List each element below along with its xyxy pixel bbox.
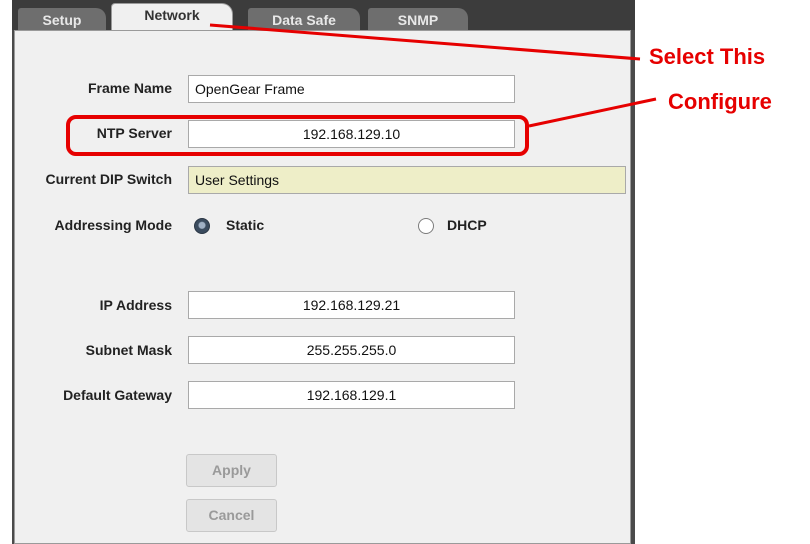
- configure-callout: Configure: [668, 89, 772, 114]
- tab-setup[interactable]: Setup: [18, 8, 106, 30]
- ntp-highlight-box: [66, 115, 529, 156]
- apply-button[interactable]: Apply: [186, 454, 277, 487]
- dip-switch-label: Current DIP Switch: [45, 171, 172, 187]
- tab-bar: Setup Data Safe SNMP Network: [12, 0, 635, 32]
- dhcp-radio[interactable]: [418, 218, 434, 234]
- tab-snmp[interactable]: SNMP: [368, 8, 468, 30]
- network-settings-panel: [14, 30, 631, 544]
- subnet-mask-label: Subnet Mask: [85, 342, 172, 358]
- ip-address-field[interactable]: 192.168.129.21: [188, 291, 515, 319]
- dip-switch-field: User Settings: [188, 166, 626, 194]
- subnet-mask-field[interactable]: 255.255.255.0: [188, 336, 515, 364]
- tab-data-safe[interactable]: Data Safe: [248, 8, 360, 30]
- default-gateway-label: Default Gateway: [63, 387, 172, 403]
- frame-name-label: Frame Name: [87, 80, 172, 96]
- static-radio-label[interactable]: Static: [226, 217, 264, 233]
- dhcp-radio-label[interactable]: DHCP: [447, 217, 487, 233]
- addressing-mode-label: Addressing Mode: [54, 217, 172, 233]
- tab-network[interactable]: Network: [112, 4, 232, 32]
- frame-name-field[interactable]: OpenGear Frame: [188, 75, 515, 103]
- static-radio[interactable]: [194, 218, 210, 234]
- ip-address-label: IP Address: [99, 297, 172, 313]
- cancel-button[interactable]: Cancel: [186, 499, 277, 532]
- default-gateway-field[interactable]: 192.168.129.1: [188, 381, 515, 409]
- select-this-callout: Select This: [649, 44, 766, 69]
